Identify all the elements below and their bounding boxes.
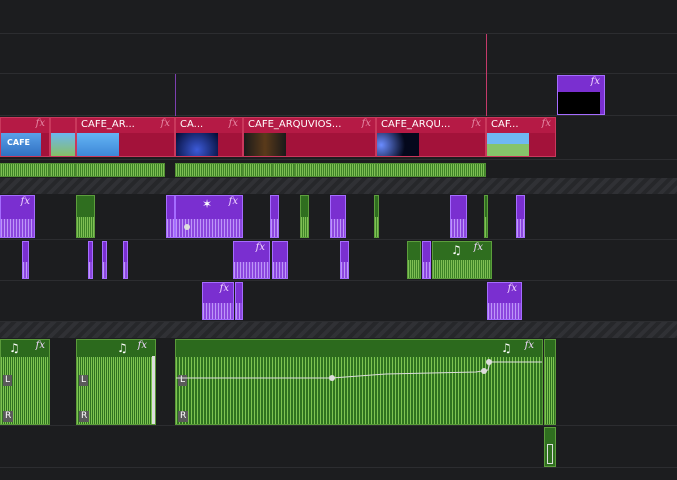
video-clip[interactable] bbox=[50, 117, 76, 157]
effect-clip[interactable] bbox=[422, 241, 431, 279]
fx-icon: fx bbox=[471, 118, 481, 129]
audio-clip[interactable] bbox=[374, 195, 379, 238]
audio-clip[interactable] bbox=[544, 427, 556, 467]
title-clip[interactable]: fx bbox=[557, 75, 605, 115]
trim-handle[interactable] bbox=[547, 444, 553, 464]
fx-icon: fx bbox=[35, 340, 45, 351]
effect-clip[interactable]: fx bbox=[233, 241, 270, 279]
audio-clip[interactable] bbox=[300, 195, 309, 238]
clip-thumbnail bbox=[77, 133, 119, 156]
right-channel-label: R bbox=[79, 411, 90, 422]
track-a3 bbox=[0, 281, 677, 322]
effect-clip[interactable] bbox=[22, 241, 29, 279]
title-preview bbox=[558, 92, 600, 114]
linked-audio-strip[interactable] bbox=[175, 163, 243, 177]
video-clip[interactable]: CA... fx bbox=[175, 117, 243, 157]
left-channel-label: L bbox=[3, 375, 13, 386]
audio-clip[interactable]: ♫ fx L R bbox=[175, 339, 543, 425]
linked-audio-strip[interactable] bbox=[295, 163, 376, 177]
clip-name: CAFE_ARQUVIOS... bbox=[248, 119, 342, 130]
audio-clip[interactable] bbox=[484, 195, 488, 238]
track-v5 bbox=[0, 0, 677, 34]
clip-name: CA... bbox=[180, 119, 204, 130]
effect-clip[interactable]: fx bbox=[487, 282, 522, 320]
fx-icon: fx bbox=[160, 118, 170, 129]
audio-clip[interactable] bbox=[76, 195, 95, 238]
clip-thumbnail bbox=[244, 133, 286, 156]
linked-audio-strip[interactable] bbox=[50, 163, 76, 177]
clip-thumbnail bbox=[487, 133, 529, 156]
effect-clip[interactable] bbox=[270, 195, 279, 238]
left-channel-label: L bbox=[79, 375, 89, 386]
effect-clip[interactable] bbox=[123, 241, 128, 279]
volume-keyframe bbox=[481, 368, 487, 374]
keyframe-handle[interactable] bbox=[184, 224, 190, 230]
effect-clip[interactable] bbox=[330, 195, 346, 238]
track-divider bbox=[0, 322, 677, 338]
timeline[interactable]: fx fx CAFE CAFE_AR... fx CA... fx CAFE_A… bbox=[0, 0, 677, 480]
effect-clip[interactable]: fx bbox=[202, 282, 234, 320]
effect-clip[interactable] bbox=[235, 282, 243, 320]
volume-envelope[interactable] bbox=[176, 340, 543, 425]
fx-icon: fx bbox=[541, 118, 551, 129]
fx-icon: fx bbox=[473, 242, 483, 253]
fx-icon: fx bbox=[219, 283, 229, 294]
video-clip[interactable]: CAFE_AR... fx bbox=[76, 117, 175, 157]
music-note-icon: ♫ bbox=[9, 341, 20, 355]
effect-clip[interactable] bbox=[102, 241, 107, 279]
fx-icon: fx bbox=[228, 118, 238, 129]
fx-icon: fx bbox=[361, 118, 371, 129]
effect-clip[interactable]: fx bbox=[0, 195, 35, 238]
clip-name: CAFE_ARQU... bbox=[381, 119, 451, 130]
music-note-icon: ♫ bbox=[451, 243, 462, 257]
video-clip[interactable]: CAFE_ARQUVIOS... fx bbox=[243, 117, 376, 157]
trim-handle[interactable] bbox=[152, 356, 155, 424]
clip-thumbnail: CAFE bbox=[1, 133, 41, 156]
track-divider bbox=[0, 178, 677, 194]
volume-keyframe bbox=[486, 359, 492, 365]
video-clip[interactable]: CAF... fx bbox=[486, 117, 556, 157]
fx-icon: fx bbox=[20, 196, 30, 207]
linked-audio-strip[interactable] bbox=[273, 163, 295, 177]
linked-audio-strip[interactable] bbox=[243, 163, 273, 177]
right-channel-label: R bbox=[3, 411, 14, 422]
audio-clip[interactable]: ♫ fx L R bbox=[76, 339, 156, 425]
audio-clip[interactable] bbox=[544, 339, 556, 425]
effect-clip[interactable] bbox=[88, 241, 93, 279]
video-clip[interactable]: CAFE_ARQU... fx bbox=[376, 117, 486, 157]
track-v4 bbox=[0, 34, 677, 74]
fx-icon: fx bbox=[255, 242, 265, 253]
clip-name: CAFE_AR... bbox=[81, 119, 135, 130]
volume-keyframe bbox=[329, 375, 335, 381]
fx-icon: fx bbox=[228, 196, 238, 207]
fx-icon: fx bbox=[35, 118, 45, 129]
clip-thumbnail bbox=[51, 133, 75, 156]
clip-thumbnail bbox=[176, 133, 218, 156]
music-note-icon: ♫ bbox=[117, 341, 128, 355]
clip-thumbnail bbox=[377, 133, 419, 156]
edit-marker[interactable] bbox=[175, 74, 176, 116]
linked-audio-strip[interactable] bbox=[376, 163, 486, 177]
audio-clip[interactable]: ♫ fx bbox=[432, 241, 492, 279]
effect-clip[interactable] bbox=[340, 241, 349, 279]
playhead-marker[interactable] bbox=[486, 34, 487, 116]
audio-clip[interactable] bbox=[407, 241, 421, 279]
effect-clip[interactable] bbox=[516, 195, 525, 238]
audio-clip[interactable]: ♫ fx L R bbox=[0, 339, 50, 425]
fx-icon: fx bbox=[137, 340, 147, 351]
linked-audio-strip[interactable] bbox=[0, 163, 50, 177]
fx-icon: fx bbox=[507, 283, 517, 294]
video-clip[interactable]: fx CAFE bbox=[0, 117, 50, 157]
clip-name: CAF... bbox=[491, 119, 519, 130]
effect-clip[interactable] bbox=[450, 195, 467, 238]
effect-clip[interactable] bbox=[166, 195, 175, 238]
star-icon: ✶ bbox=[202, 197, 213, 211]
effect-clip[interactable] bbox=[272, 241, 288, 279]
linked-audio-strip[interactable] bbox=[76, 163, 165, 177]
thumbnail-text: CAFE bbox=[7, 138, 30, 147]
fx-icon: fx bbox=[590, 76, 600, 87]
track-a5 bbox=[0, 426, 677, 468]
effect-clip[interactable]: ✶ fx bbox=[175, 195, 243, 238]
